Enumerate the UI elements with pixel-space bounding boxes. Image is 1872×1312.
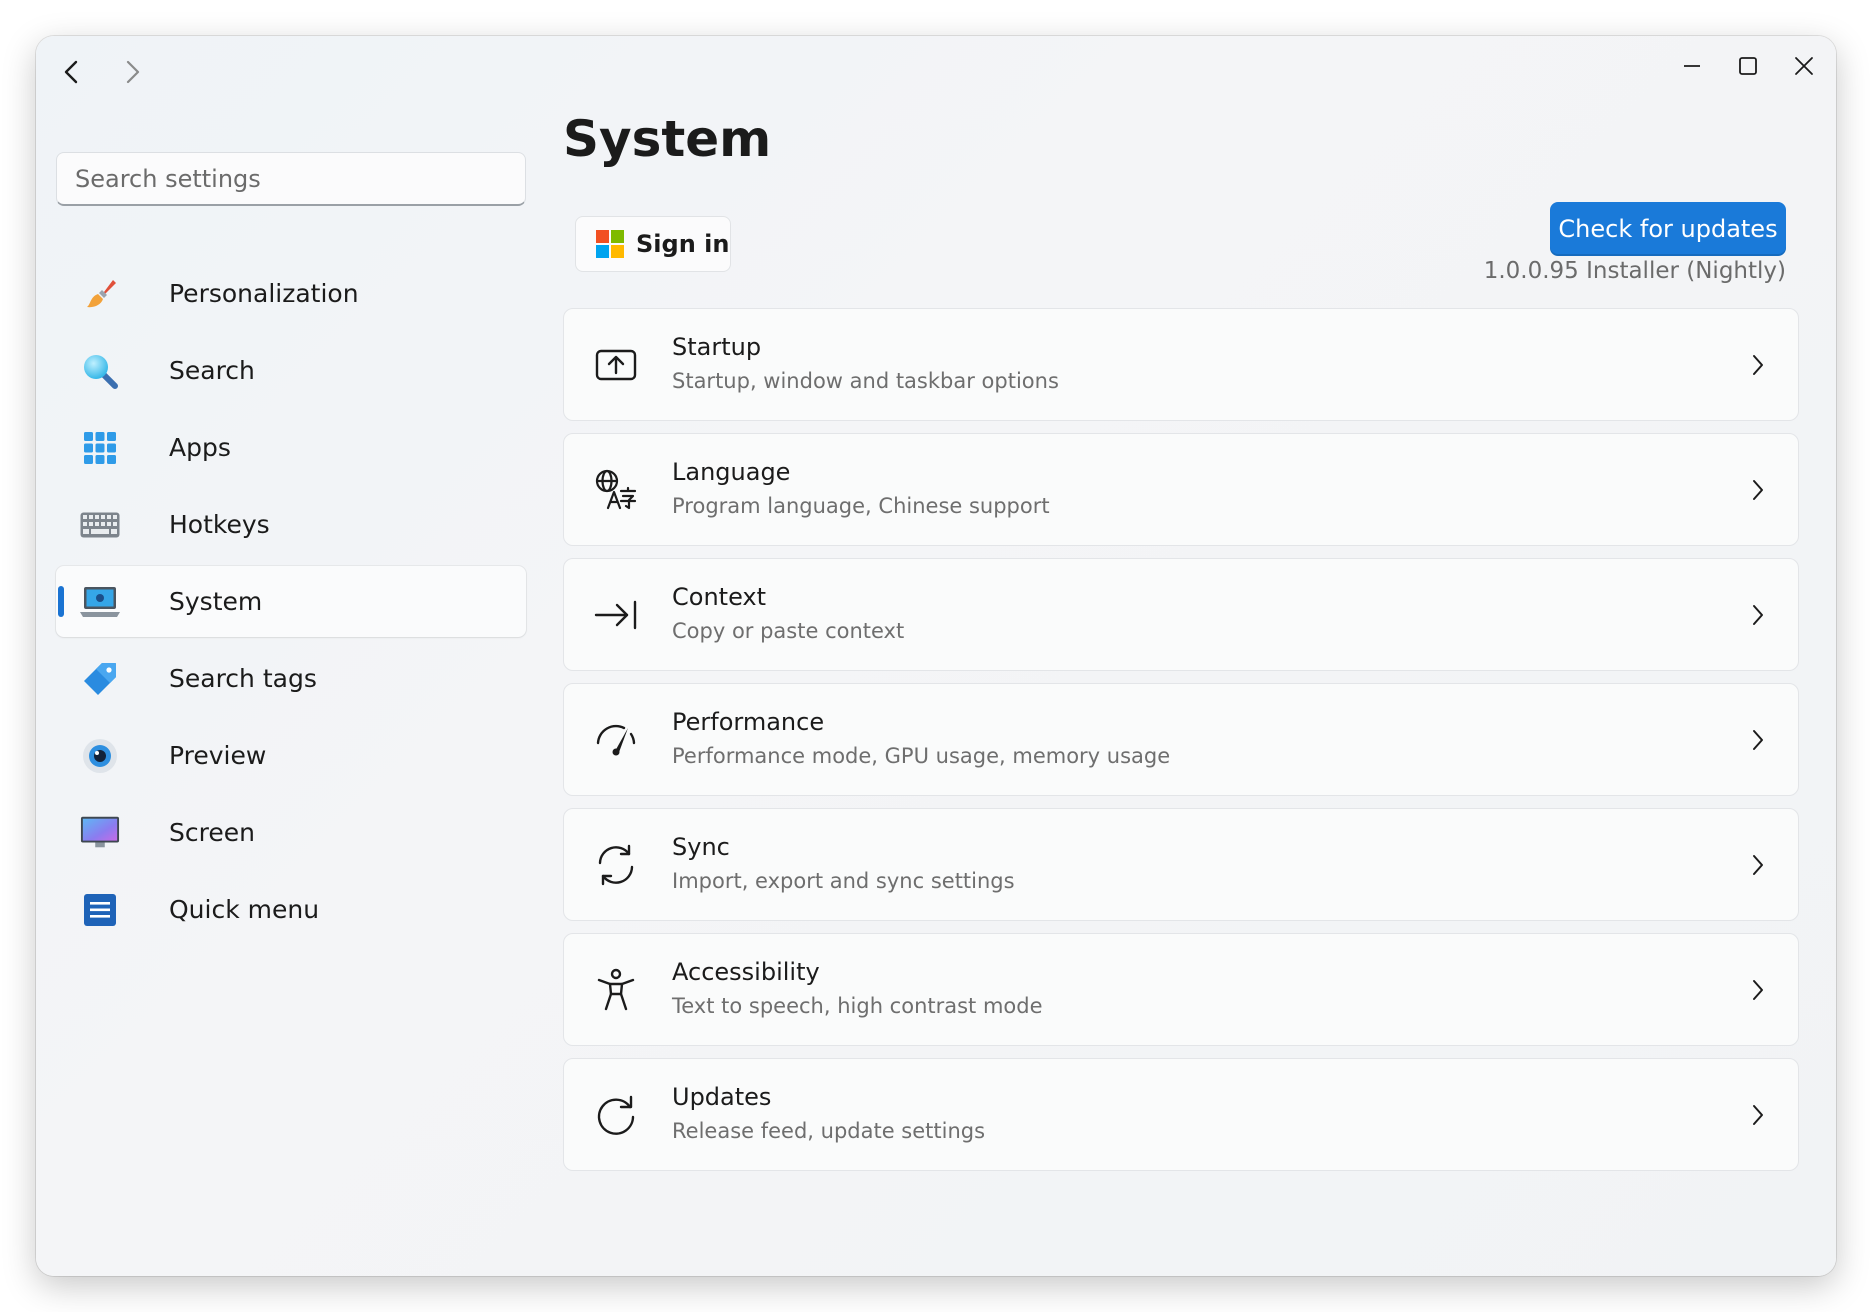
sync-icon	[594, 843, 638, 887]
sidebar-nav: Personalization Search Apps Hotkeys Syst…	[56, 258, 526, 951]
paintbrush-icon	[80, 274, 120, 314]
sign-in-button[interactable]: Sign in	[575, 216, 731, 272]
card-subtitle: Release feed, update settings	[672, 1119, 986, 1143]
minimize-button[interactable]	[1666, 42, 1718, 90]
chevron-right-icon	[1744, 601, 1772, 629]
chevron-left-icon	[64, 60, 78, 84]
sidebar-item-label: Apps	[169, 433, 231, 462]
tag-icon	[80, 659, 120, 699]
sign-in-label: Sign in	[636, 230, 730, 258]
card-title: Performance	[672, 708, 825, 736]
card-context[interactable]: Context Copy or paste context	[563, 558, 1799, 671]
close-button[interactable]	[1778, 42, 1830, 90]
selection-indicator	[58, 586, 64, 617]
sidebar-item-label: Personalization	[169, 279, 359, 308]
chevron-right-icon	[1744, 976, 1772, 1004]
card-title: Language	[672, 458, 791, 486]
card-title: Accessibility	[672, 958, 820, 986]
card-title: Startup	[672, 333, 762, 361]
sidebar-item-label: Search	[169, 356, 255, 385]
card-subtitle: Performance mode, GPU usage, memory usag…	[672, 744, 1171, 768]
close-icon	[1795, 57, 1813, 75]
sidebar-item-label: Preview	[169, 741, 267, 770]
card-subtitle: Copy or paste context	[672, 619, 905, 643]
sidebar-item-personalization[interactable]: Personalization	[56, 258, 526, 329]
keyboard-icon	[80, 505, 120, 545]
sidebar-item-label: Screen	[169, 818, 255, 847]
forward-button[interactable]	[108, 48, 156, 96]
card-startup[interactable]: Startup Startup, window and taskbar opti…	[563, 308, 1799, 421]
settings-cards: Startup Startup, window and taskbar opti…	[563, 308, 1799, 1183]
card-subtitle: Startup, window and taskbar options	[672, 369, 1059, 393]
magnifier-icon	[80, 351, 120, 391]
laptop-icon	[80, 582, 120, 622]
sidebar-item-label: Quick menu	[169, 895, 320, 924]
chevron-right-icon	[1744, 476, 1772, 504]
sidebar-item-apps[interactable]: Apps	[56, 412, 526, 483]
search-settings-box[interactable]	[56, 152, 526, 206]
gauge-icon	[594, 718, 638, 762]
chevron-right-icon	[126, 60, 140, 84]
maximize-button[interactable]	[1722, 42, 1774, 90]
sidebar-item-screen[interactable]: Screen	[56, 797, 526, 868]
sidebar-item-search-tags[interactable]: Search tags	[56, 643, 526, 714]
card-subtitle: Text to speech, high contrast mode	[672, 994, 1043, 1018]
card-updates[interactable]: Updates Release feed, update settings	[563, 1058, 1799, 1171]
chevron-right-icon	[1744, 851, 1772, 879]
language-icon	[594, 468, 638, 512]
monitor-icon	[80, 813, 120, 853]
minimize-icon	[1684, 65, 1700, 67]
maximize-icon	[1739, 57, 1757, 75]
card-sync[interactable]: Sync Import, export and sync settings	[563, 808, 1799, 921]
startup-icon	[594, 343, 638, 387]
sidebar-item-search[interactable]: Search	[56, 335, 526, 406]
back-button[interactable]	[48, 48, 96, 96]
card-title: Context	[672, 583, 767, 611]
sidebar-item-system[interactable]: System	[56, 566, 526, 637]
card-subtitle: Program language, Chinese support	[672, 494, 1050, 518]
chevron-right-icon	[1744, 351, 1772, 379]
check-for-updates-button[interactable]: Check for updates	[1550, 202, 1786, 256]
card-title: Sync	[672, 833, 730, 861]
search-input[interactable]	[57, 153, 525, 204]
chevron-right-icon	[1744, 726, 1772, 754]
settings-window: Personalization Search	[36, 36, 1836, 1276]
arrow-to-line-icon	[594, 593, 638, 637]
sidebar-item-quick-menu[interactable]: Quick menu	[56, 874, 526, 945]
card-language[interactable]: Language Program language, Chinese suppo…	[563, 433, 1799, 546]
menu-list-icon	[80, 890, 120, 930]
card-title: Updates	[672, 1083, 772, 1111]
sidebar-item-preview[interactable]: Preview	[56, 720, 526, 791]
card-subtitle: Import, export and sync settings	[672, 869, 1015, 893]
refresh-icon	[594, 1093, 638, 1137]
card-performance[interactable]: Performance Performance mode, GPU usage,…	[563, 683, 1799, 796]
chevron-right-icon	[1744, 1101, 1772, 1129]
eye-icon	[80, 736, 120, 776]
sidebar-item-label: System	[169, 587, 263, 616]
page-title: System	[563, 110, 772, 168]
version-text: 1.0.0.95 Installer (Nightly)	[1483, 258, 1786, 284]
sidebar-item-label: Search tags	[169, 664, 317, 693]
microsoft-logo-icon	[596, 230, 624, 258]
apps-grid-icon	[80, 428, 120, 468]
card-accessibility[interactable]: Accessibility Text to speech, high contr…	[563, 933, 1799, 1046]
sidebar-item-label: Hotkeys	[169, 510, 270, 539]
sidebar-item-hotkeys[interactable]: Hotkeys	[56, 489, 526, 560]
accessibility-icon	[594, 968, 638, 1012]
